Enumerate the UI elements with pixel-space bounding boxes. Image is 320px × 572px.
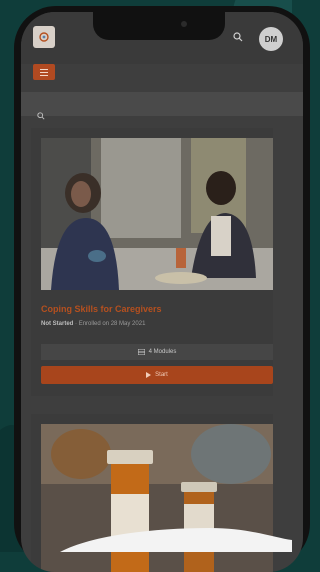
foreground-wave [60, 528, 292, 552]
